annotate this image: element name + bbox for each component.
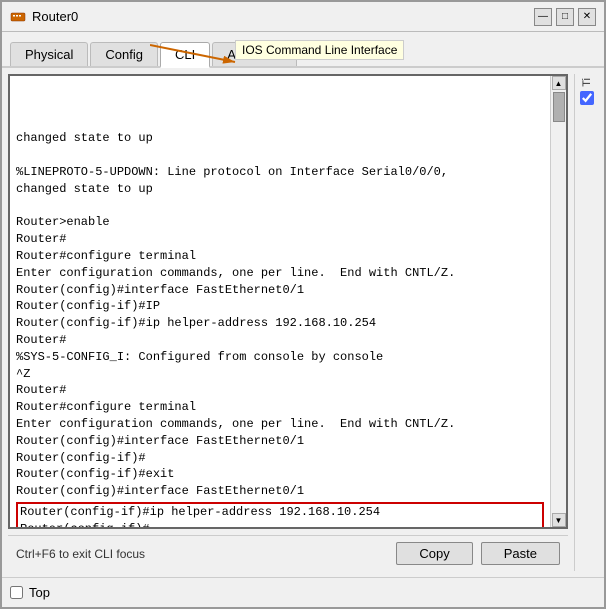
right-panel: Ti	[574, 74, 598, 571]
scrollbar[interactable]: ▲ ▼	[550, 76, 566, 527]
terminal-line	[16, 147, 544, 164]
titlebar: Router0 — □ ✕	[2, 2, 604, 32]
terminal-line: Router(config-if)#IP	[16, 298, 544, 315]
terminal-line: Router(config-if)#exit	[16, 466, 544, 483]
ctrl-hint: Ctrl+F6 to exit CLI focus	[16, 547, 145, 561]
terminal-line: Router#configure terminal	[16, 248, 544, 265]
terminal-content[interactable]: changed state to up %LINEPROTO-5-UPDOWN:…	[10, 76, 550, 527]
terminal-line: Router#	[16, 231, 544, 248]
tab-config[interactable]: Config	[90, 42, 158, 66]
main-area: changed state to up %LINEPROTO-5-UPDOWN:…	[8, 74, 568, 571]
terminal-line	[16, 198, 544, 215]
action-buttons: Copy Paste	[396, 542, 560, 565]
footer: Top	[2, 577, 604, 607]
content-area: changed state to up %LINEPROTO-5-UPDOWN:…	[2, 68, 604, 577]
terminal-line: Router(config)#interface FastEthernet0/1	[16, 282, 544, 299]
terminal-line: ^Z	[16, 366, 544, 383]
router-window: Router0 — □ ✕ Physical Config CLI Attrib…	[0, 0, 606, 609]
right-panel-checkbox[interactable]	[580, 91, 594, 105]
terminal-line: Router(config)#interface FastEthernet0/1	[16, 433, 544, 450]
terminal-line: Router(config-if)#	[20, 521, 540, 527]
terminal-line: changed state to up	[16, 181, 544, 198]
top-label: Top	[29, 585, 50, 600]
terminal-line: Router#	[16, 332, 544, 349]
terminal-line: Router(config)#interface FastEthernet0/1	[16, 483, 544, 500]
terminal-line: %LINEPROTO-5-UPDOWN: Line protocol on In…	[16, 164, 544, 181]
window-title: Router0	[32, 9, 78, 24]
titlebar-controls: — □ ✕	[534, 8, 596, 26]
paste-button[interactable]: Paste	[481, 542, 560, 565]
copy-button[interactable]: Copy	[396, 542, 472, 565]
tab-attributes[interactable]: Attributes	[212, 42, 297, 66]
terminal-line: Router(config-if)#	[16, 450, 544, 467]
terminal-line: %SYS-5-CONFIG_I: Configured from console…	[16, 349, 544, 366]
terminal-line: Router(config-if)#ip helper-address 192.…	[16, 315, 544, 332]
terminal-line: Router#configure terminal	[16, 399, 544, 416]
terminal-line: changed state to up	[16, 130, 544, 147]
terminal-line: Enter configuration commands, one per li…	[16, 265, 544, 282]
top-checkbox-label[interactable]: Top	[10, 585, 50, 600]
maximize-button[interactable]: □	[556, 8, 574, 26]
terminal[interactable]: changed state to up %LINEPROTO-5-UPDOWN:…	[8, 74, 568, 529]
scroll-down-button[interactable]: ▼	[552, 513, 566, 527]
tab-bar: Physical Config CLI Attributes	[2, 32, 604, 68]
titlebar-left: Router0	[10, 9, 78, 25]
scroll-thumb[interactable]	[553, 92, 565, 122]
tab-cli[interactable]: CLI	[160, 42, 210, 68]
highlighted-block: Router(config-if)#ip helper-address 192.…	[16, 502, 544, 527]
right-panel-label: Ti	[581, 78, 593, 87]
minimize-button[interactable]: —	[534, 8, 552, 26]
bottom-bar: Ctrl+F6 to exit CLI focus Copy Paste	[8, 535, 568, 571]
terminal-line: Router#	[16, 382, 544, 399]
terminal-line: Router(config-if)#ip helper-address 192.…	[20, 504, 540, 521]
tab-physical[interactable]: Physical	[10, 42, 88, 66]
terminal-line: Enter configuration commands, one per li…	[16, 416, 544, 433]
close-button[interactable]: ✕	[578, 8, 596, 26]
top-checkbox[interactable]	[10, 586, 23, 599]
scroll-up-button[interactable]: ▲	[552, 76, 566, 90]
terminal-line: Router>enable	[16, 214, 544, 231]
router-icon	[10, 9, 26, 25]
